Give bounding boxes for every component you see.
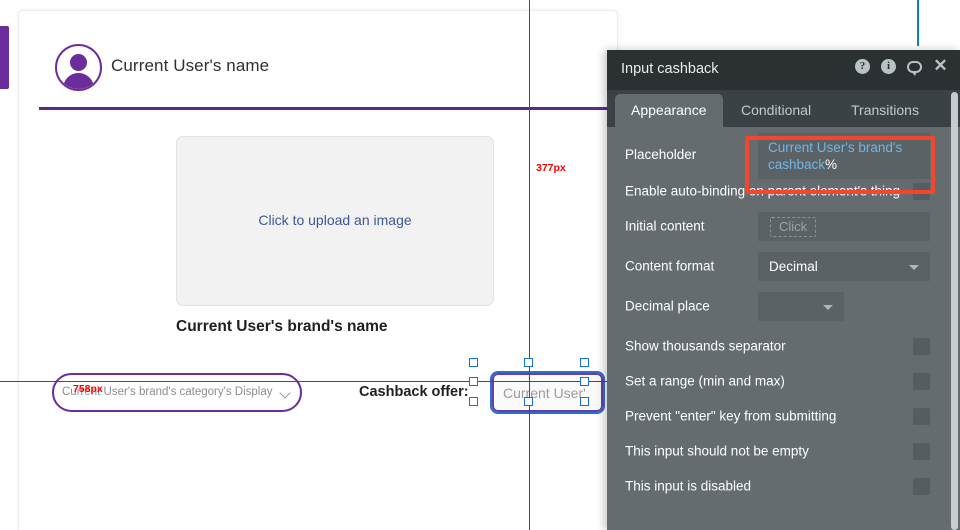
placeholder-literal-value: %	[825, 157, 838, 172]
comment-icon[interactable]	[907, 61, 922, 76]
range-checkbox[interactable]	[913, 373, 930, 390]
not-empty-label: This input should not be empty	[625, 443, 809, 459]
cashback-offer-label: Cashback offer:	[359, 384, 469, 400]
tab-appearance[interactable]: Appearance	[615, 94, 723, 127]
tab-transitions[interactable]: Transitions	[835, 94, 935, 127]
decimal-place-dropdown[interactable]	[758, 292, 844, 321]
disabled-checkbox[interactable]	[913, 478, 930, 495]
close-icon[interactable]: ✕	[933, 57, 948, 74]
autobinding-label: Enable auto-binding on parent element's …	[625, 183, 901, 199]
row-prevent-enter: Prevent "enter" key from submitting	[607, 396, 942, 436]
tab-conditional[interactable]: Conditional	[725, 94, 827, 127]
image-uploader[interactable]: Click to upload an image	[176, 136, 494, 306]
panel-titlebar: Input cashback ? i ✕	[607, 50, 960, 90]
chevron-down-icon	[279, 387, 291, 399]
app-root: Current User's name Click to upload an i…	[0, 0, 960, 530]
resize-handle-se[interactable]	[580, 397, 589, 406]
placeholder-label: Placeholder	[625, 147, 697, 162]
resize-handle-sw[interactable]	[469, 397, 478, 406]
resize-handle-w[interactable]	[469, 377, 478, 386]
disabled-label: This input is disabled	[625, 478, 752, 494]
content-format-label: Content format	[625, 258, 715, 274]
resize-handle-e[interactable]	[580, 377, 589, 386]
thousands-separator-label: Show thousands separator	[625, 338, 786, 354]
row-range: Set a range (min and max)	[607, 361, 942, 401]
avatar-body-icon	[63, 73, 94, 89]
not-empty-checkbox[interactable]	[913, 443, 930, 460]
range-label: Set a range (min and max)	[625, 373, 785, 389]
resize-handle-n[interactable]	[524, 358, 533, 367]
resize-handle-ne[interactable]	[580, 358, 589, 367]
row-autobinding: Enable auto-binding on parent element's …	[607, 171, 942, 211]
panel-title-icons: ? i ✕	[855, 57, 948, 76]
panel-body: Placeholder Current User's brand's cashb…	[607, 127, 960, 530]
row-thousands-separator: Show thousands separator	[607, 326, 942, 366]
page-card: Current User's name Click to upload an i…	[18, 10, 618, 530]
row-disabled: This input is disabled	[607, 466, 942, 506]
width-measurement-label: 758px	[73, 383, 103, 395]
left-edge-accent-bar	[0, 26, 9, 89]
initial-content-input[interactable]: Click	[758, 212, 930, 241]
help-icon[interactable]: ?	[855, 59, 870, 74]
content-format-value: Decimal	[769, 259, 818, 274]
row-decimal-place: Decimal place	[607, 286, 942, 326]
panel-scrollbar[interactable]	[951, 92, 958, 530]
info-icon[interactable]: i	[881, 59, 896, 74]
property-editor-panel[interactable]: Input cashback ? i ✕ Appearance Conditio…	[607, 50, 960, 530]
row-content-format: Content format Decimal	[607, 246, 942, 286]
avatar	[55, 44, 102, 91]
initial-content-label: Initial content	[625, 218, 705, 234]
brand-name-text: Current User's brand's name	[176, 318, 388, 335]
prevent-enter-label: Prevent "enter" key from submitting	[625, 408, 837, 424]
horizontal-alignment-guide	[0, 381, 618, 383]
initial-content-chip[interactable]: Click	[770, 217, 817, 237]
prevent-enter-checkbox[interactable]	[913, 408, 930, 425]
decimal-place-label: Decimal place	[625, 298, 710, 314]
image-uploader-label: Click to upload an image	[258, 212, 412, 228]
chevron-down-icon	[909, 265, 919, 270]
height-measurement-label: 377px	[536, 162, 566, 174]
content-format-dropdown[interactable]: Decimal	[758, 252, 930, 281]
chevron-down-icon	[823, 305, 833, 310]
panel-tabs: Appearance Conditional Transitions	[607, 90, 960, 127]
current-user-name-text: Current User's name	[111, 56, 270, 75]
vertical-blue-guide	[917, 0, 919, 46]
row-initial-content: Initial content Click	[607, 206, 942, 246]
vertical-alignment-guide	[529, 0, 531, 530]
autobinding-checkbox[interactable]	[913, 183, 930, 200]
thousands-separator-checkbox[interactable]	[913, 338, 930, 355]
avatar-head-icon	[70, 54, 87, 71]
panel-title: Input cashback	[621, 61, 719, 77]
row-not-empty: This input should not be empty	[607, 431, 942, 471]
resize-handle-nw[interactable]	[469, 358, 478, 367]
resize-handle-s[interactable]	[524, 397, 533, 406]
